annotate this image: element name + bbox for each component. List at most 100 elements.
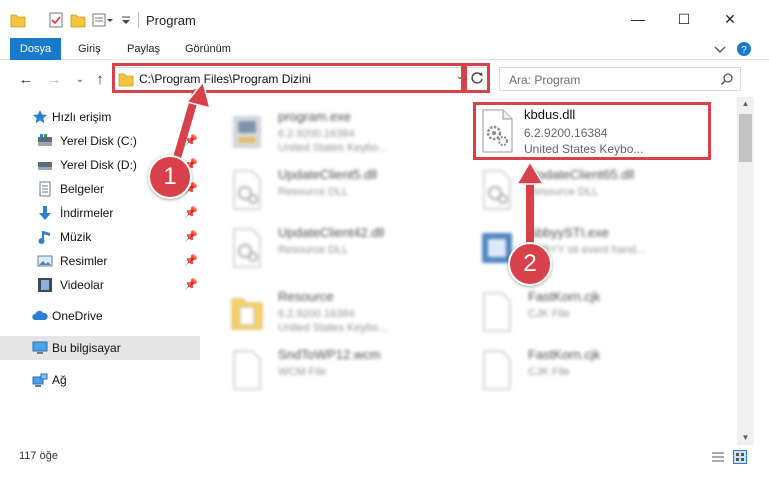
new-folder-icon[interactable] bbox=[70, 11, 86, 29]
refresh-icon[interactable] bbox=[469, 70, 485, 86]
file-tile[interactable]: UpdateClient65.dll Resource DLL bbox=[460, 161, 700, 219]
cloud-icon bbox=[32, 310, 48, 320]
minimize-button[interactable]: — bbox=[615, 0, 661, 38]
file-name: FastKorn.cjk bbox=[528, 347, 601, 362]
search-placeholder[interactable]: Ara: Program bbox=[509, 73, 580, 87]
title-bar: Program — ☐ ✕ bbox=[0, 0, 769, 38]
nav-quick-access[interactable]: Hızlı erişim bbox=[0, 105, 200, 129]
file-detail: United States Keybo... bbox=[278, 142, 388, 154]
file-tile[interactable]: FastKorn.cjk CJK File bbox=[460, 341, 700, 399]
pin-icon[interactable]: 📌 bbox=[184, 254, 198, 267]
file-tile[interactable]: UpdateClient42.dll Resource DLL bbox=[210, 219, 450, 277]
pin-icon[interactable]: 📌 bbox=[184, 230, 198, 243]
folder-icon bbox=[10, 14, 26, 28]
file-detail: CJK File bbox=[528, 308, 570, 320]
pin-icon[interactable]: 📌 bbox=[184, 134, 198, 147]
callout-badge-1: 1 bbox=[148, 155, 192, 199]
file-detail: Resource DLL bbox=[528, 186, 599, 198]
file-icon bbox=[233, 350, 261, 390]
file-name: UpdateClient65.dll bbox=[528, 167, 635, 182]
item-count: 117 öğe bbox=[19, 450, 58, 462]
music-icon bbox=[38, 231, 50, 244]
scroll-thumb[interactable] bbox=[739, 114, 752, 162]
window-title: Program bbox=[146, 13, 196, 28]
file-detail: CJK File bbox=[528, 366, 570, 378]
up-arrow-icon[interactable]: ↑ bbox=[90, 69, 110, 89]
file-tile[interactable]: program.exe 6.2.9200.16384 United States… bbox=[210, 103, 450, 161]
tab-file[interactable]: Dosya bbox=[10, 38, 61, 60]
file-description: United States Keybo... bbox=[524, 142, 644, 156]
customize-toolbar-icon[interactable] bbox=[120, 11, 132, 29]
chevron-down-icon[interactable] bbox=[712, 41, 728, 57]
file-name: AbbyySTI.exe bbox=[528, 225, 609, 240]
kbdus-dll-tile[interactable]: kbdus.dll 6.2.9200.16384 United States K… bbox=[473, 102, 711, 160]
file-detail: WCM File bbox=[278, 366, 327, 378]
search-icon[interactable] bbox=[720, 72, 734, 86]
help-icon[interactable]: ? bbox=[736, 41, 752, 57]
nav-label: Hızlı erişim bbox=[52, 110, 112, 124]
nav-item-pictures[interactable]: Resimler 📌 bbox=[0, 249, 200, 273]
tab-view[interactable]: Görünüm bbox=[185, 38, 231, 60]
dll-icon bbox=[482, 109, 513, 153]
dll-icon bbox=[233, 170, 261, 210]
nav-label: Müzik bbox=[60, 230, 92, 244]
nav-label: İndirmeler bbox=[60, 206, 114, 220]
vertical-scrollbar[interactable]: ▲ ▼ bbox=[737, 97, 754, 445]
scroll-up-icon[interactable]: ▲ bbox=[737, 97, 754, 111]
details-view-icon[interactable] bbox=[711, 450, 725, 464]
exe-icon bbox=[233, 116, 261, 148]
drive-icon bbox=[38, 134, 52, 146]
dll-icon bbox=[483, 170, 511, 210]
file-tile[interactable]: FastKorn.cjk CJK File bbox=[460, 283, 700, 341]
status-bar: 117 öğe bbox=[0, 445, 769, 469]
back-arrow-icon[interactable]: ← bbox=[16, 69, 36, 89]
large-icons-view-icon[interactable] bbox=[733, 450, 747, 464]
search-box[interactable]: Ara: Program bbox=[499, 67, 741, 91]
properties-icon[interactable] bbox=[48, 11, 64, 29]
close-button[interactable]: ✕ bbox=[707, 0, 753, 38]
tab-share[interactable]: Paylaş bbox=[127, 38, 160, 60]
ribbon-tabs: Dosya Giriş Paylaş Görünüm ? bbox=[0, 38, 769, 60]
nav-item-downloads[interactable]: İndirmeler 📌 bbox=[0, 201, 200, 225]
network-icon bbox=[32, 373, 48, 387]
recent-locations-icon[interactable]: ⌄ bbox=[70, 69, 90, 89]
nav-item-music[interactable]: Müzik 📌 bbox=[0, 225, 200, 249]
nav-item-onedrive[interactable]: OneDrive bbox=[0, 304, 200, 328]
computer-icon bbox=[32, 341, 48, 354]
nav-item-this-pc[interactable]: Bu bilgisayar bbox=[0, 336, 200, 360]
file-name: SndToWP12.wcm bbox=[278, 347, 381, 362]
file-name: kbdus.dll bbox=[524, 107, 576, 122]
pictures-icon bbox=[37, 255, 53, 267]
file-detail: Resource DLL bbox=[278, 186, 349, 198]
file-name: UpdateClient5.dll bbox=[278, 167, 378, 182]
view-options-icon[interactable] bbox=[92, 11, 114, 29]
nav-label: OneDrive bbox=[52, 309, 103, 323]
pin-icon[interactable]: 📌 bbox=[184, 206, 198, 219]
nav-label: Yerel Disk (C:) bbox=[60, 134, 137, 148]
file-detail: United States Keybo... bbox=[278, 322, 388, 334]
scroll-down-icon[interactable]: ▼ bbox=[737, 431, 754, 445]
nav-item-local-disk-c[interactable]: Yerel Disk (C:) 📌 bbox=[0, 129, 200, 153]
file-icon bbox=[483, 292, 511, 332]
file-version: 6.2.9200.16384 bbox=[524, 126, 608, 140]
file-tile[interactable]: UpdateClient5.dll Resource DLL bbox=[210, 161, 450, 219]
nav-item-network[interactable]: Ağ bbox=[0, 368, 200, 392]
file-name: UpdateClient42.dll bbox=[278, 225, 385, 240]
documents-icon bbox=[39, 181, 51, 197]
file-tile[interactable]: SndToWP12.wcm WCM File bbox=[210, 341, 450, 399]
nav-label: Ağ bbox=[52, 373, 67, 387]
file-tile[interactable]: AbbyySTI.exe ABBYY sti event hand... bbox=[460, 219, 700, 277]
forward-arrow-icon[interactable]: → bbox=[44, 69, 64, 89]
callout-badge-2: 2 bbox=[508, 242, 552, 286]
navigation-pane: Hızlı erişim Yerel Disk (C:) 📌 Yerel Dis… bbox=[0, 97, 205, 445]
file-detail: 6.2.9200.16384 bbox=[278, 128, 355, 140]
nav-label: Belgeler bbox=[60, 182, 105, 196]
file-name: Resource bbox=[278, 289, 334, 304]
maximize-button[interactable]: ☐ bbox=[661, 0, 707, 38]
pin-icon[interactable]: 📌 bbox=[184, 278, 198, 291]
file-name: FastKorn.cjk bbox=[528, 289, 601, 304]
file-tile[interactable]: Resource 6.2.9200.16384 United States Ke… bbox=[210, 283, 450, 341]
download-icon bbox=[39, 206, 51, 220]
tab-home[interactable]: Giriş bbox=[78, 38, 101, 60]
nav-item-videos[interactable]: Videolar 📌 bbox=[0, 273, 200, 297]
